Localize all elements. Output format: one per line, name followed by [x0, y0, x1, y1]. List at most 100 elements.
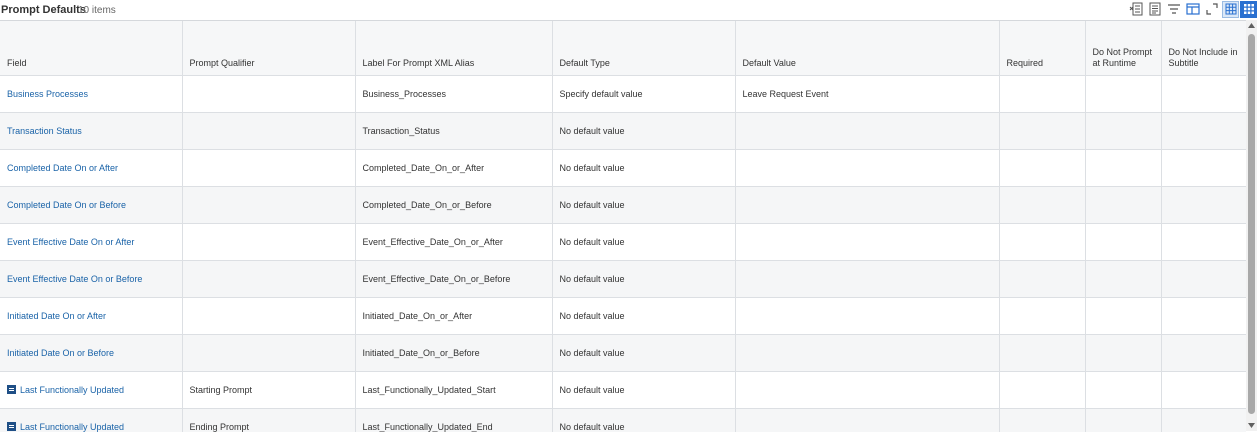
- filter-icon[interactable]: [1166, 1, 1182, 17]
- cell-xml-alias: Initiated_Date_On_or_After: [355, 298, 552, 335]
- vertical-scrollbar[interactable]: [1246, 20, 1257, 431]
- grid-view-icon[interactable]: [1222, 1, 1239, 18]
- column-header-field[interactable]: Field: [0, 21, 182, 76]
- cell-default-value: [735, 335, 999, 372]
- cell-do-not-prompt: [1085, 224, 1161, 261]
- column-header-default-type[interactable]: Default Type: [552, 21, 735, 76]
- cell-field[interactable]: Completed Date On or Before: [0, 187, 182, 224]
- field-link[interactable]: Event Effective Date On or After: [7, 237, 134, 247]
- cell-required: [999, 298, 1085, 335]
- grid-title: Prompt Defaults: [1, 4, 86, 16]
- cell-default-type: No default value: [552, 409, 735, 432]
- column-header-prompt-qualifier[interactable]: Prompt Qualifier: [182, 21, 355, 76]
- field-link[interactable]: Last Functionally Updated: [20, 385, 124, 395]
- prompt-defaults-table: Field Prompt Qualifier Label For Prompt …: [0, 21, 1246, 432]
- cell-xml-alias: Transaction_Status: [355, 113, 552, 150]
- cell-default-value: [735, 409, 999, 432]
- cell-required: [999, 224, 1085, 261]
- cell-required: [999, 409, 1085, 432]
- cell-do-not-include-subtitle: [1161, 113, 1246, 150]
- column-layout-icon[interactable]: [1185, 1, 1201, 17]
- column-header-do-not-include-subtitle[interactable]: Do Not Include in Subtitle: [1161, 21, 1246, 76]
- cell-do-not-include-subtitle: [1161, 187, 1246, 224]
- cell-do-not-prompt: [1085, 187, 1161, 224]
- cell-prompt-qualifier: [182, 187, 355, 224]
- cell-do-not-include-subtitle: [1161, 150, 1246, 187]
- header-row: Field Prompt Qualifier Label For Prompt …: [0, 21, 1246, 76]
- prompt-defaults-grid: Field Prompt Qualifier Label For Prompt …: [0, 20, 1246, 432]
- tile-view-icon[interactable]: [1240, 1, 1257, 18]
- field-link[interactable]: Event Effective Date On or Before: [7, 274, 142, 284]
- cell-field[interactable]: Initiated Date On or Before: [0, 335, 182, 372]
- cell-default-type: No default value: [552, 150, 735, 187]
- column-header-do-not-prompt[interactable]: Do Not Prompt at Runtime: [1085, 21, 1161, 76]
- cell-default-value: [735, 113, 999, 150]
- cell-default-value: [735, 298, 999, 335]
- field-link[interactable]: Transaction Status: [7, 126, 82, 136]
- cell-field[interactable]: Transaction Status: [0, 113, 182, 150]
- cell-field[interactable]: Initiated Date On or After: [0, 298, 182, 335]
- cell-field[interactable]: Event Effective Date On or Before: [0, 261, 182, 298]
- grid-title-bar: Prompt Defaults 10 items: [0, 0, 1257, 20]
- table-row: Completed Date On or Before Completed_Dat…: [0, 187, 1246, 224]
- cell-field[interactable]: Event Effective Date On or After: [0, 224, 182, 261]
- field-link[interactable]: Initiated Date On or Before: [7, 348, 114, 358]
- table-row: Event Effective Date On or BeforeEvent_E…: [0, 261, 1246, 298]
- cell-default-type: No default value: [552, 187, 735, 224]
- calculated-field-icon: [7, 422, 16, 431]
- scroll-up-arrow-icon[interactable]: [1246, 20, 1257, 31]
- cell-xml-alias: Completed_Date_On_or_Before: [355, 187, 552, 224]
- cell-default-value: [735, 187, 999, 224]
- scroll-down-arrow-icon[interactable]: [1246, 420, 1257, 431]
- cell-default-type: No default value: [552, 372, 735, 409]
- cell-do-not-include-subtitle: [1161, 372, 1246, 409]
- cell-field[interactable]: Last Functionally Updated: [0, 372, 182, 409]
- fullscreen-icon[interactable]: [1204, 1, 1220, 17]
- cell-default-type: No default value: [552, 113, 735, 150]
- field-link[interactable]: Business Processes: [7, 89, 88, 99]
- cell-default-type: No default value: [552, 224, 735, 261]
- column-header-default-value[interactable]: Default Value: [735, 21, 999, 76]
- cell-field[interactable]: Last Functionally Updated: [0, 409, 182, 432]
- cell-default-type: No default value: [552, 298, 735, 335]
- cell-do-not-include-subtitle: [1161, 76, 1246, 113]
- cell-do-not-include-subtitle: [1161, 335, 1246, 372]
- cell-xml-alias: Last_Functionally_Updated_End: [355, 409, 552, 432]
- table-row: Initiated Date On or After Initiated_Date…: [0, 298, 1246, 335]
- cell-prompt-qualifier: [182, 224, 355, 261]
- export-to-excel-icon[interactable]: [1128, 1, 1144, 17]
- cell-required: [999, 335, 1085, 372]
- cell-prompt-qualifier: [182, 335, 355, 372]
- field-link[interactable]: Initiated Date On or After: [7, 311, 106, 321]
- cell-do-not-include-subtitle: [1161, 409, 1246, 432]
- cell-required: [999, 372, 1085, 409]
- cell-required: [999, 113, 1085, 150]
- cell-do-not-prompt: [1085, 409, 1161, 432]
- scrollbar-thumb[interactable]: [1248, 34, 1255, 414]
- column-header-xml-alias[interactable]: Label For Prompt XML Alias: [355, 21, 552, 76]
- column-header-required[interactable]: Required: [999, 21, 1085, 76]
- cell-required: [999, 76, 1085, 113]
- cell-xml-alias: Business_Processes: [355, 76, 552, 113]
- field-link[interactable]: Completed Date On or Before: [7, 200, 126, 210]
- cell-default-value: Leave Request Event: [735, 76, 999, 113]
- cell-field[interactable]: Completed Date On or After: [0, 150, 182, 187]
- cell-prompt-qualifier: [182, 113, 355, 150]
- cell-do-not-prompt: [1085, 298, 1161, 335]
- field-link[interactable]: Completed Date On or After: [7, 163, 118, 173]
- cell-default-type: No default value: [552, 261, 735, 298]
- cell-do-not-include-subtitle: [1161, 298, 1246, 335]
- cell-default-value: [735, 372, 999, 409]
- cell-default-value: [735, 224, 999, 261]
- cell-do-not-prompt: [1085, 76, 1161, 113]
- calculated-field-icon: [7, 385, 16, 394]
- cell-field[interactable]: Business Processes: [0, 76, 182, 113]
- table-row: Business ProcessesBusiness_ProcessesSpec…: [0, 76, 1246, 113]
- table-row: Transaction Status Transaction_StatusNo d…: [0, 113, 1246, 150]
- export-to-pdf-icon[interactable]: [1147, 1, 1163, 17]
- cell-do-not-prompt: [1085, 372, 1161, 409]
- cell-prompt-qualifier: [182, 76, 355, 113]
- item-count: 10 items: [78, 5, 116, 16]
- cell-prompt-qualifier: [182, 261, 355, 298]
- cell-required: [999, 187, 1085, 224]
